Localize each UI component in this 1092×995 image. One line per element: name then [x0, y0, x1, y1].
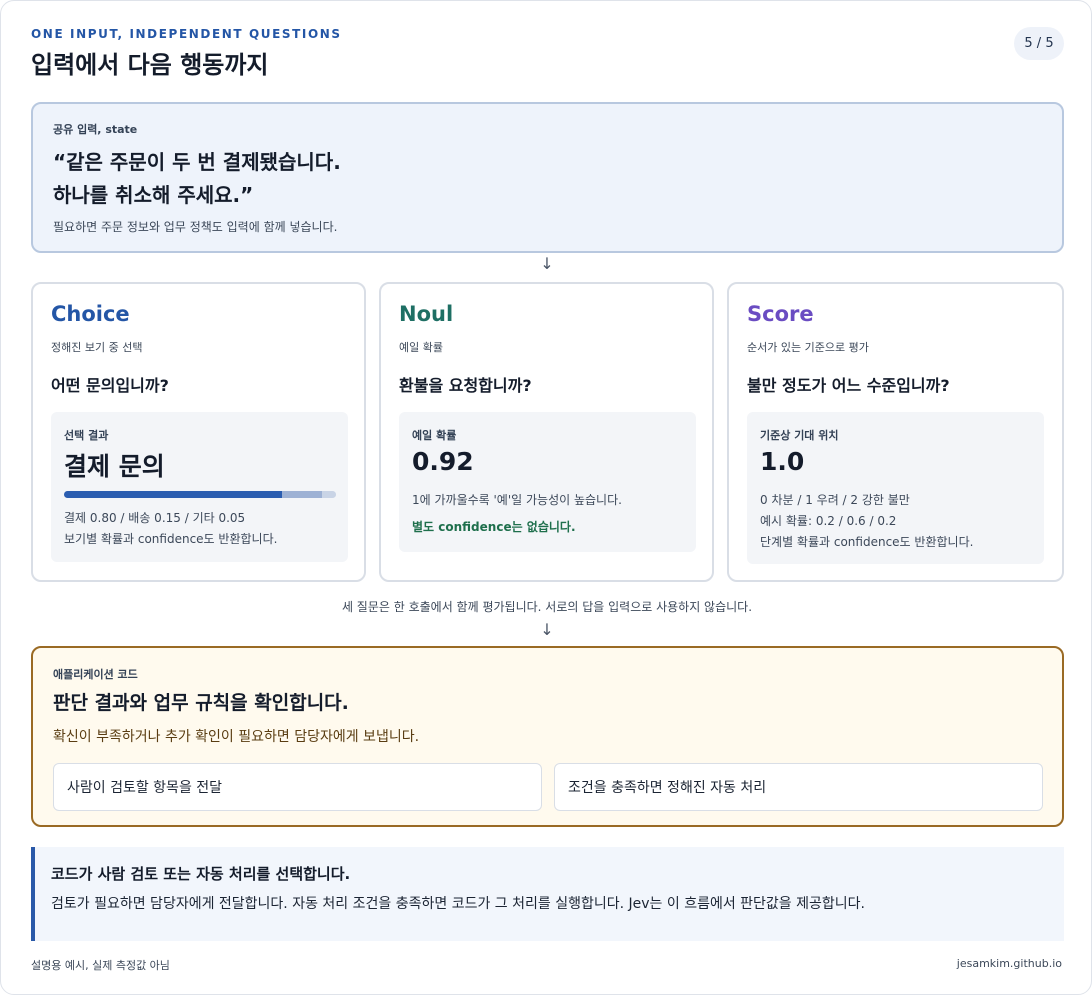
noul-result-label: 예일 확률: [412, 429, 457, 442]
score-desc: 순서가 있는 기준으로 평가: [747, 341, 869, 354]
choice-confidence-note: 보기별 확률과 confidence도 반환합니다.: [64, 532, 278, 546]
noul-result-value: 0.92: [412, 447, 474, 476]
input-label: 공유 입력, state: [53, 123, 138, 136]
score-question: 불만 정도가 어느 수준입니까?: [747, 376, 950, 395]
noul-question: 환불을 요청합니까?: [399, 376, 532, 395]
prob-segment-shipping: [281, 491, 323, 498]
score-result-value: 1.0: [760, 447, 805, 476]
input-quote-line2: 하나를 취소해 주세요.”: [53, 183, 254, 207]
route-human-review: 사람이 검토할 항목을 전달: [53, 763, 542, 811]
app-label: 애플리케이션 코드: [53, 668, 138, 681]
noul-explanation: 1에 가까울수록 '예'일 가능성이 높습니다.: [412, 493, 622, 507]
input-quote-line1: “같은 주문이 두 번 결제됐습니다.: [53, 150, 341, 174]
footer-source: jesamkim.github.io: [956, 957, 1062, 970]
choice-result-value: 결제 문의: [64, 452, 165, 481]
down-arrow-icon: ↓: [540, 254, 554, 273]
score-result-label: 기준상 기대 위치: [760, 429, 839, 442]
noul-title: Noul: [399, 302, 454, 326]
prob-segment-other: [322, 491, 336, 498]
shared-input-card: 공유 입력, state “같은 주문이 두 번 결제됐습니다. 하나를 취소해…: [31, 102, 1064, 253]
choice-probability-bar: [64, 491, 336, 498]
conclusion-body: 검토가 필요하면 담당자에게 전달합니다. 자동 처리 조건을 충족하면 코드가…: [51, 896, 865, 912]
choice-card: Choice 정해진 보기 중 선택 어떤 문의입니까? 선택 결과 결제 문의…: [31, 282, 366, 582]
down-arrow-icon: ↓: [540, 620, 554, 639]
input-note: 필요하면 주문 정보와 업무 정책도 입력에 함께 넣습니다.: [53, 220, 338, 234]
conclusion-box: 코드가 사람 검토 또는 자동 처리를 선택합니다. 검토가 필요하면 담당자에…: [31, 847, 1064, 941]
choice-prob-line: 결제 0.80 / 배송 0.15 / 기타 0.05: [64, 511, 246, 525]
score-example-probs: 예시 확률: 0.2 / 0.6 / 0.2: [760, 514, 897, 528]
page-title: 입력에서 다음 행동까지: [31, 51, 269, 79]
app-desc: 확신이 부족하거나 추가 확인이 필요하면 담당자에게 보냅니다.: [53, 729, 420, 745]
footer-disclaimer: 설명용 예시, 실제 측정값 아님: [31, 959, 170, 972]
application-code-card: 애플리케이션 코드 판단 결과와 업무 규칙을 확인합니다. 확신이 부족하거나…: [31, 646, 1064, 827]
choice-question: 어떤 문의입니까?: [51, 376, 169, 395]
choice-title: Choice: [51, 302, 130, 326]
prob-segment-payment: [64, 491, 282, 498]
eyebrow: ONE INPUT, INDEPENDENT QUESTIONS: [31, 27, 342, 41]
score-result: 기준상 기대 위치 1.0 0 차분 / 1 우려 / 2 강한 불만 예시 확…: [747, 412, 1044, 564]
app-title: 판단 결과와 업무 규칙을 확인합니다.: [53, 692, 349, 714]
input-quote: “같은 주문이 두 번 결제됐습니다. 하나를 취소해 주세요.”: [53, 146, 341, 212]
choice-result: 선택 결과 결제 문의 결제 0.80 / 배송 0.15 / 기타 0.05 …: [51, 412, 348, 562]
choice-desc: 정해진 보기 중 선택: [51, 341, 143, 354]
independence-note: 세 질문은 한 호출에서 함께 평가됩니다. 서로의 답을 입력으로 사용하지 …: [341, 600, 753, 614]
slide-frame: ONE INPUT, INDEPENDENT QUESTIONS 입력에서 다음…: [0, 0, 1092, 995]
page-indicator: 5 / 5: [1014, 27, 1064, 60]
noul-desc: 예일 확률: [399, 341, 443, 354]
choice-result-label: 선택 결과: [64, 429, 109, 442]
score-confidence-note: 단계별 확률과 confidence도 반환합니다.: [760, 535, 974, 549]
conclusion-title: 코드가 사람 검토 또는 자동 처리를 선택합니다.: [51, 865, 351, 883]
noul-result: 예일 확률 0.92 1에 가까울수록 '예'일 가능성이 높습니다. 별도 c…: [399, 412, 696, 552]
route-auto-process: 조건을 충족하면 정해진 자동 처리: [554, 763, 1043, 811]
noul-confidence-note: 별도 confidence는 없습니다.: [412, 520, 576, 534]
score-scale: 0 차분 / 1 우려 / 2 강한 불만: [760, 493, 910, 507]
score-card: Score 순서가 있는 기준으로 평가 불만 정도가 어느 수준입니까? 기준…: [727, 282, 1064, 582]
score-title: Score: [747, 302, 814, 326]
noul-card: Noul 예일 확률 환불을 요청합니까? 예일 확률 0.92 1에 가까울수…: [379, 282, 714, 582]
